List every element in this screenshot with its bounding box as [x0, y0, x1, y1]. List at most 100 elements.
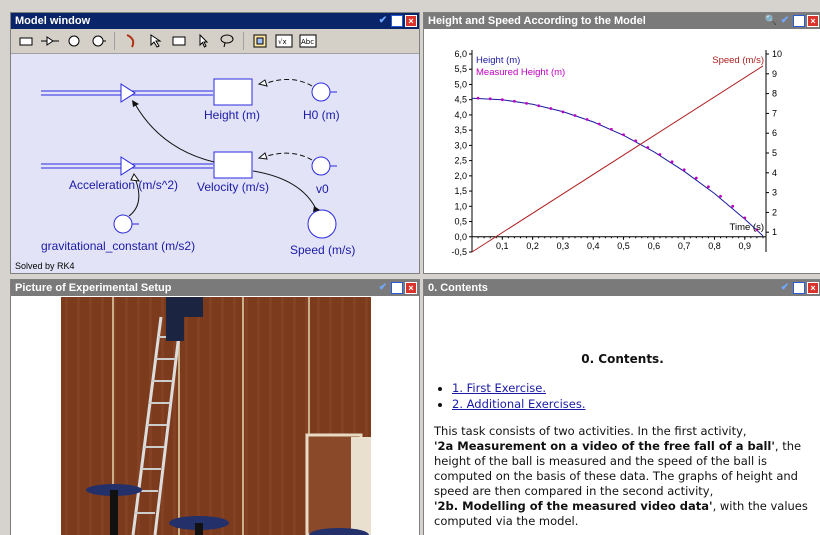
x-tick-label: 0,4	[587, 241, 600, 251]
auxiliary-tool-icon[interactable]	[63, 31, 85, 51]
collapse-icon[interactable]: ✔	[377, 15, 389, 27]
maximize-icon[interactable]	[391, 15, 403, 27]
list-item: 1. First Exercise.	[452, 381, 811, 396]
solver-status: Solved by RK4	[15, 261, 75, 271]
maximize-icon[interactable]	[793, 15, 805, 27]
height-speed-chart[interactable]: -0,5 0,0 0,5 1,0 1,5 2,0 2,5 3,0 3,5 4,0 4,5 5,0 5,5…	[424, 30, 820, 273]
h0-constant[interactable]	[311, 82, 331, 102]
measured-height-point	[622, 133, 625, 137]
measured-height-point	[597, 122, 601, 126]
y-left-tick-label: 3,5	[454, 125, 467, 135]
picture-window-titlebar[interactable]: Picture of Experimental Setup ✔ ×	[11, 280, 419, 296]
close-icon[interactable]: ×	[807, 15, 819, 27]
x-tick-label: 0,3	[557, 241, 570, 251]
y-left-tick-label: 1,5	[454, 186, 467, 196]
close-icon[interactable]: ×	[807, 282, 819, 294]
collapse-icon[interactable]: ✔	[779, 282, 791, 294]
height-label: Height (m)	[204, 108, 261, 122]
h0-label: H0 (m)	[303, 108, 340, 122]
y-left-tick-label: 5,0	[454, 79, 467, 89]
measured-height-point	[743, 216, 747, 220]
maximize-icon[interactable]	[793, 282, 805, 294]
graph-window-title: Height and Speed According to the Model	[428, 15, 646, 27]
v0-constant[interactable]	[311, 156, 331, 176]
flow-tool-icon[interactable]	[39, 31, 61, 51]
gravitational-constant-label: gravitational_constant (m/s2)	[41, 239, 196, 253]
model-window: Model window ✔ × √x Abc Height (m) H0 (m…	[10, 12, 420, 274]
first-exercise-link[interactable]: 1. First Exercise.	[452, 381, 546, 395]
stock-tool-icon[interactable]	[15, 31, 37, 51]
y-right-tick-label: 5	[772, 148, 777, 158]
y-right-tick-label: 3	[772, 188, 777, 198]
model-canvas[interactable]: Height (m) H0 (m) Acceleration (m/s^2) V…	[11, 54, 419, 273]
measured-height-point	[585, 118, 589, 121]
y-left-tick-label: 3,0	[454, 140, 467, 150]
x-tick-label: 0,6	[648, 241, 661, 251]
close-icon[interactable]: ×	[405, 282, 417, 294]
measured-height-point	[646, 146, 650, 149]
additional-exercises-link[interactable]: 2. Additional Exercises.	[452, 397, 586, 411]
y-right-tick-label: 1	[772, 227, 777, 237]
list-item: 2. Additional Exercises.	[452, 397, 811, 412]
measured-height-point	[549, 107, 553, 110]
y-left-tick-label: 2,0	[454, 171, 467, 181]
abc-tool-icon[interactable]: Abc	[297, 31, 319, 51]
height-stock[interactable]	[213, 78, 253, 106]
pointer-tool-icon[interactable]	[192, 31, 214, 51]
measured-height-point	[573, 114, 577, 117]
y-left-tick-label: 6,0	[454, 49, 467, 59]
svg-text:√x: √x	[278, 38, 287, 46]
picture-window-title: Picture of Experimental Setup	[15, 282, 172, 294]
v0-label: v0	[316, 182, 329, 196]
acceleration-label: Acceleration (m/s^2)	[69, 178, 178, 192]
text-tool-icon[interactable]	[168, 31, 190, 51]
measured-height-point	[731, 204, 735, 208]
contents-window-titlebar[interactable]: 0. Contents ✔ ×	[424, 280, 820, 296]
measured-height-point	[707, 185, 710, 189]
gravitational-constant[interactable]	[113, 214, 133, 234]
x-tick-label: 0,8	[708, 241, 721, 251]
measured-height-point	[525, 101, 528, 105]
height-inflow[interactable]	[41, 83, 213, 103]
activity-2b-title: '2b. Modelling of the measured video dat…	[434, 499, 713, 513]
speed-auxiliary[interactable]	[307, 209, 337, 239]
contents-heading: 0. Contents.	[581, 352, 664, 366]
x-tick-label: 0,5	[617, 241, 630, 251]
delete-tool-icon[interactable]	[144, 31, 166, 51]
zoom-icon[interactable]: 🔍	[765, 15, 777, 27]
height-line	[471, 97, 764, 237]
velocity-inflow[interactable]	[41, 156, 213, 176]
model-window-titlebar[interactable]: Model window ✔ ×	[11, 13, 419, 29]
y-right-tick-label: 8	[772, 89, 777, 99]
measured-height-point	[694, 176, 698, 180]
activity-2a-title: '2a Measurement on a video of the free f…	[434, 439, 775, 453]
legend-measured-height: Measured Height (m)	[476, 67, 565, 78]
experimental-setup-photo	[11, 297, 419, 535]
model-window-title: Model window	[15, 15, 91, 27]
speed-line	[471, 65, 764, 253]
svg-text:Abc: Abc	[301, 38, 314, 46]
y-right-tick-label: 10	[772, 49, 782, 59]
constant-tool-icon[interactable]	[87, 31, 109, 51]
velocity-stock[interactable]	[213, 151, 253, 179]
fit-tool-icon[interactable]	[249, 31, 271, 51]
velocity-label: Velocity (m/s)	[197, 180, 270, 194]
lasso-tool-icon[interactable]	[216, 31, 238, 51]
formula-tool-icon[interactable]: √x	[273, 31, 295, 51]
connector-tool-icon[interactable]	[120, 31, 142, 51]
maximize-icon[interactable]	[391, 282, 403, 294]
x-axis-label: Time (s)	[730, 222, 764, 233]
y-left-tick-label: 4,5	[454, 95, 467, 105]
measured-height-point	[670, 160, 674, 164]
collapse-icon[interactable]: ✔	[377, 282, 389, 294]
graph-window-titlebar[interactable]: Height and Speed According to the Model …	[424, 13, 820, 29]
model-toolbar: √x Abc	[11, 29, 419, 54]
measured-height-point	[682, 168, 686, 172]
y-right-tick-label: 9	[772, 69, 777, 79]
collapse-icon[interactable]: ✔	[779, 15, 791, 27]
contents-link-list: 1. First Exercise. 2. Additional Exercis…	[452, 381, 811, 412]
measured-height-point	[561, 110, 565, 114]
close-icon[interactable]: ×	[405, 15, 417, 27]
y-right-tick-label: 7	[772, 108, 777, 118]
measured-height-point	[658, 153, 662, 156]
